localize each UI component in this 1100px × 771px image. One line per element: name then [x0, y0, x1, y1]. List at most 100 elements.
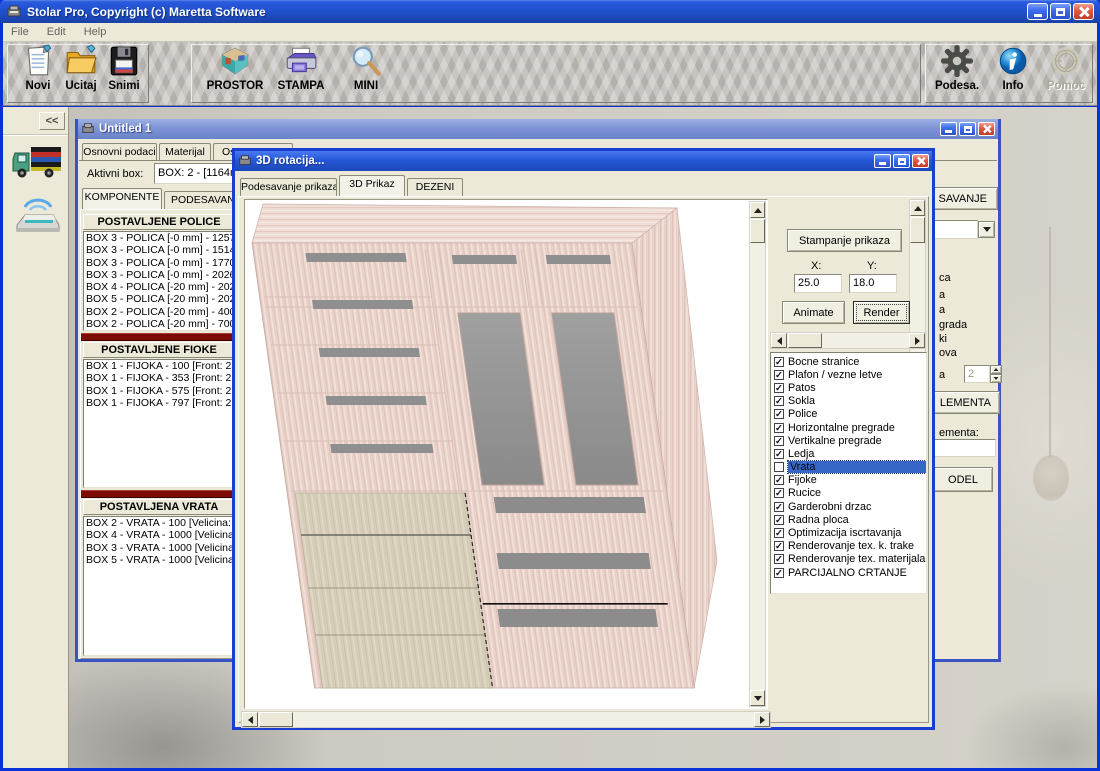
viewport-vscrollbar[interactable]: [749, 201, 766, 707]
option-garderobni-drzac[interactable]: ✓Garderobni drzac: [771, 500, 926, 513]
scroll-down-button[interactable]: [750, 690, 765, 706]
option-radna-ploca[interactable]: ✓Radna ploca: [771, 513, 926, 526]
police-item[interactable]: BOX 3 - POLICA [-0 mm] - 1514: [84, 244, 234, 256]
viewport-hscrollbar[interactable]: [241, 711, 771, 728]
vscroll-thumb[interactable]: [750, 219, 765, 243]
tab-komponente[interactable]: KOMPONENTE: [82, 188, 162, 209]
info-button[interactable]: Info: [987, 44, 1039, 99]
scroll-right-button[interactable]: [909, 333, 925, 348]
option-rucice[interactable]: ✓Rucice: [771, 487, 926, 500]
mini-button[interactable]: MINI: [341, 44, 391, 99]
delivery-truck-tool[interactable]: [11, 139, 63, 187]
police-item[interactable]: BOX 3 - POLICA [-0 mm] - 1257: [84, 232, 234, 244]
option-optimizacija[interactable]: ✓Optimizacija iscrtavanja: [771, 526, 926, 539]
checkbox-checked-icon[interactable]: ✓: [774, 423, 784, 433]
dialog-close-button[interactable]: [912, 154, 929, 168]
vrata-item[interactable]: BOX 5 - VRATA - 1000 [Velicina:: [84, 554, 234, 566]
spinner-up-button[interactable]: [990, 365, 1002, 374]
checkbox-checked-icon[interactable]: ✓: [774, 488, 784, 498]
checkbox-checked-icon[interactable]: ✓: [774, 357, 784, 367]
option-vertikalne-pregrade[interactable]: ✓Vertikalne pregrade: [771, 434, 926, 447]
fioke-item[interactable]: BOX 1 - FIJOKA - 575 [Front: 218]: [84, 385, 234, 397]
prostor-button[interactable]: PROSTOR: [207, 44, 263, 99]
menu-help[interactable]: Help: [84, 26, 107, 38]
option-bocne-stranice[interactable]: ✓Bocne stranice: [771, 355, 926, 368]
viewport-3d[interactable]: [244, 199, 768, 709]
print-view-button[interactable]: Stampanje prikaza: [787, 229, 902, 252]
scroll-right-button[interactable]: [754, 712, 770, 727]
dialog-maximize-button[interactable]: [893, 154, 910, 168]
checkbox-checked-icon[interactable]: ✓: [774, 383, 784, 393]
checkbox-checked-icon[interactable]: ✓: [774, 528, 784, 538]
checkbox-checked-icon[interactable]: ✓: [774, 370, 784, 380]
scroll-up-button[interactable]: [910, 200, 925, 216]
dialog-titlebar[interactable]: 3D rotacija...: [235, 151, 932, 171]
police-item[interactable]: BOX 3 - POLICA [-0 mm] - 1770: [84, 257, 234, 269]
checkbox-checked-icon[interactable]: ✓: [774, 515, 784, 525]
scroll-up-button[interactable]: [750, 202, 765, 218]
save-button[interactable]: Snimi: [98, 44, 150, 99]
checkbox-checked-icon[interactable]: ✓: [774, 396, 784, 406]
police-list[interactable]: BOX 3 - POLICA [-0 mm] - 1257 BOX 3 - PO…: [83, 231, 235, 331]
hscroll-thumb[interactable]: [259, 712, 293, 727]
settings-button[interactable]: Podesa.: [931, 44, 983, 99]
police-item[interactable]: BOX 5 - POLICA [-20 mm] - 2029: [84, 293, 234, 305]
hscroll-thumb[interactable]: [788, 333, 822, 348]
scroll-left-button[interactable]: [242, 712, 258, 727]
render-button[interactable]: Render: [853, 301, 910, 324]
scanner-tool[interactable]: [11, 193, 63, 241]
police-item[interactable]: BOX 2 - POLICA [-20 mm] - 400: [84, 306, 234, 318]
scroll-left-button[interactable]: [771, 333, 787, 348]
tab-materijal[interactable]: Materijal: [159, 143, 211, 161]
option-ledja[interactable]: ✓Ledja: [771, 447, 926, 460]
menu-edit[interactable]: Edit: [47, 26, 66, 38]
tab-dezeni[interactable]: DEZENI: [407, 178, 463, 196]
spinner-down-button[interactable]: [990, 374, 1002, 383]
checkbox-checked-icon[interactable]: ✓: [774, 436, 784, 446]
collapse-sidebar-button[interactable]: <<: [39, 112, 65, 130]
checkbox-checked-icon[interactable]: ✓: [774, 554, 784, 564]
option-police[interactable]: ✓Police: [771, 408, 926, 421]
checkbox-checked-icon[interactable]: ✓: [774, 409, 784, 419]
menu-file[interactable]: File: [11, 26, 29, 38]
checkbox-checked-icon[interactable]: ✓: [774, 502, 784, 512]
option-patos[interactable]: ✓Patos: [771, 381, 926, 394]
panel-hscrollbar[interactable]: [770, 332, 926, 349]
vrata-item[interactable]: BOX 2 - VRATA - 100 [Velicina: 9: [84, 517, 234, 529]
y-input[interactable]: 18.0: [849, 274, 897, 293]
police-item[interactable]: BOX 2 - POLICA [-20 mm] - 700: [84, 318, 234, 330]
option-parcijalno-crtanje[interactable]: ✓PARCIJALNO CRTANJE: [771, 566, 926, 579]
option-render-materijala[interactable]: ✓Renderovanje tex. materijala: [771, 553, 926, 566]
app-maximize-button[interactable]: [1050, 3, 1071, 20]
doc-maximize-button[interactable]: [959, 122, 976, 136]
x-input[interactable]: 25.0: [794, 274, 842, 293]
doc-close-button[interactable]: [978, 122, 995, 136]
option-sokla[interactable]: ✓Sokla: [771, 395, 926, 408]
doc-minimize-button[interactable]: [940, 122, 957, 136]
tab-osnovni-podaci[interactable]: Osnovni podaci: [82, 143, 157, 161]
fioke-item[interactable]: BOX 1 - FIJOKA - 797 [Front: 218]: [84, 397, 234, 409]
option-vrata-selected[interactable]: Vrata: [771, 461, 926, 474]
app-close-button[interactable]: [1073, 3, 1094, 20]
fioke-item[interactable]: BOX 1 - FIJOKA - 100 [Front: 250]: [84, 360, 234, 372]
checkbox-unchecked-icon[interactable]: [774, 462, 784, 472]
help-button[interactable]: Pomoc: [1040, 44, 1092, 99]
count-spinner-field[interactable]: 2: [964, 365, 990, 383]
tab-podesavanje-prikaza[interactable]: Podesavanje prikaza: [240, 178, 337, 196]
app-minimize-button[interactable]: [1027, 3, 1048, 20]
option-fijoke[interactable]: ✓Fijoke: [771, 474, 926, 487]
checkbox-checked-icon[interactable]: ✓: [774, 475, 784, 485]
fioke-list[interactable]: BOX 1 - FIJOKA - 100 [Front: 250] BOX 1 …: [83, 359, 235, 488]
vrata-item[interactable]: BOX 3 - VRATA - 1000 [Velicina:: [84, 542, 234, 554]
option-horizontalne-pregrade[interactable]: ✓Horizontalne pregrade: [771, 421, 926, 434]
police-item[interactable]: BOX 3 - POLICA [-0 mm] - 2026: [84, 269, 234, 281]
vrata-list[interactable]: BOX 2 - VRATA - 100 [Velicina: 9 BOX 4 -…: [83, 516, 235, 656]
combobox-dropdown-button[interactable]: [978, 221, 995, 238]
tab-3d-prikaz[interactable]: 3D Prikaz: [339, 175, 405, 196]
document-window-titlebar[interactable]: Untitled 1: [78, 119, 998, 139]
fioke-item[interactable]: BOX 1 - FIJOKA - 353 [Front: 218]: [84, 372, 234, 384]
checkbox-checked-icon[interactable]: ✓: [774, 449, 784, 459]
vscroll-thumb[interactable]: [910, 217, 925, 243]
animate-button[interactable]: Animate: [782, 301, 845, 324]
checkbox-checked-icon[interactable]: ✓: [774, 541, 784, 551]
